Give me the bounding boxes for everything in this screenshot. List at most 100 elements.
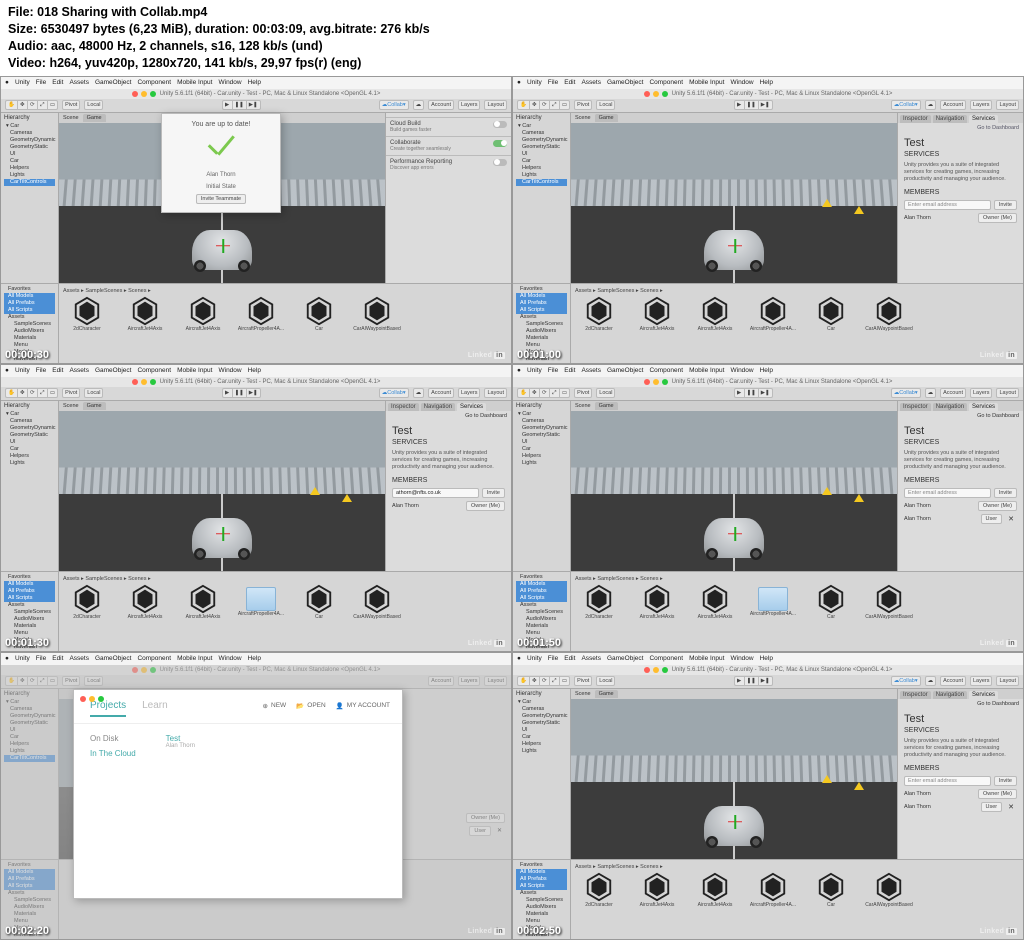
frame-6: ●UnityFileEditAssetsGameObjectComponentM… [512,652,1024,940]
email-input[interactable]: Enter email address [904,488,991,498]
service-perf-reporting[interactable]: Performance Reporting Discover app error… [386,155,511,174]
tree-item[interactable]: AudioMixers [4,328,55,335]
layout-dropdown[interactable]: Layout [484,100,507,110]
play-icon[interactable]: ▶ [734,100,744,110]
email-input[interactable]: athorn@nfts.co.uk [392,488,479,498]
remove-icon[interactable]: ✕ [1005,803,1017,811]
hub-tab-learn[interactable]: Learn [142,700,168,717]
menu-mobileinput[interactable]: Mobile Input [177,79,212,86]
tree-item[interactable]: SampleScenes [4,321,55,328]
role-dropdown[interactable]: Owner (Me) [978,213,1017,223]
member-name: Alan Thorn [904,215,975,221]
transform-tools[interactable]: ✋ ✥ ⟳ ⤢ ▭ [5,100,58,110]
transform-gizmo-icon[interactable] [727,238,743,254]
assets-grid[interactable]: Assets ▸ SampleScenes ▸ Scenes ▸ 2dChara… [59,284,511,363]
fav-item[interactable]: All Prefabs [4,300,55,307]
favorites-header: Favorites [4,286,55,293]
project-panel: Favorites All ModelsAll PrefabsAll Scrip… [513,283,1023,363]
size-line: Size: 6530497 bytes (6,23 MiB), duration… [8,21,1016,38]
asset-item[interactable]: 2dCharacter [63,296,111,332]
filter-cloud[interactable]: In The Cloud [90,749,136,758]
hierarchy-item[interactable]: Car [4,158,55,165]
frame-2: ● UnityFileEditAssetsGameObjectComponent… [512,76,1024,364]
mac-menubar: ● UnityFileEditAssetsGameObjectComponent… [513,77,1023,89]
play-icon[interactable]: ▶ [222,100,232,110]
hand-tool-icon[interactable]: ✋ [5,100,17,110]
email-input[interactable]: Enter email address [904,200,991,210]
invite-button[interactable]: Invite [482,488,505,498]
menu-window[interactable]: Window [218,79,241,86]
menu-help[interactable]: Help [248,79,261,86]
asset-item[interactable]: CarAIWaypointBased [353,296,401,332]
file-line: File: 018 Sharing with Collab.mp4 [8,4,1016,21]
remove-icon[interactable]: ✕ [1005,515,1017,523]
cloud-icon[interactable]: ☁ [413,100,425,110]
hub-new-button[interactable]: ⊕ NEW [263,702,287,710]
unity-logo-icon [72,296,102,326]
project-link[interactable]: Test [166,734,195,743]
traffic-lights[interactable] [132,91,156,97]
menu-assets[interactable]: Assets [69,79,89,86]
layers-dropdown[interactable]: Layers [458,100,481,110]
game-tab[interactable]: Game [83,114,106,122]
hub-tab-projects[interactable]: Projects [90,700,126,717]
hierarchy-item[interactable]: UI [4,151,55,158]
collab-button[interactable]: ☁ Collab ▾ [891,100,921,110]
pivot-toggle[interactable]: Pivot [62,100,80,110]
scene-tab[interactable]: Scene [63,115,79,121]
service-cloud-build[interactable]: Cloud Build Build games faster [386,117,511,136]
menu-gameobject[interactable]: GameObject [95,79,132,86]
fav-item[interactable]: All Scripts [4,307,55,314]
game-view[interactable] [571,123,897,283]
hand-tool-icon[interactable]: ✋ [517,100,529,110]
local-toggle[interactable]: Local [84,100,103,110]
menu-file[interactable]: File [36,79,46,86]
toggle-icon[interactable] [493,121,507,128]
transform-gizmo-icon[interactable] [215,238,231,254]
hierarchy-item[interactable]: Helpers [4,165,55,172]
hierarchy-item[interactable]: Cameras [4,130,55,137]
hierarchy-item[interactable]: GeometryDynamic [4,137,55,144]
dashboard-link[interactable]: Go to Dashboard [898,123,1023,133]
asset-item[interactable]: Car [295,296,343,332]
linkedin-watermark: Linkedin [980,352,1017,359]
hierarchy-tab[interactable]: Hierarchy [4,115,55,121]
toggle-icon[interactable] [493,159,507,166]
hierarchy-item[interactable]: GeometryStatic [4,144,55,151]
toggle-icon[interactable] [493,140,507,147]
play-controls[interactable]: ▶ ❚❚ ▶❚ [222,100,261,110]
fav-item[interactable]: All Models [4,293,55,300]
service-collaborate[interactable]: Collaborate Create together seamlessly [386,136,511,155]
services-title: Test [904,137,1017,149]
hub-open-button[interactable]: 📂 OPEN [296,702,326,710]
hub-account-button[interactable]: 👤 MY ACCOUNT [336,702,390,710]
tree-item[interactable]: Materials [4,335,55,342]
breadcrumb[interactable]: Assets ▸ SampleScenes ▸ Scenes ▸ [63,288,507,294]
collab-button[interactable]: ☁ Collab ▾ [379,100,409,110]
invite-button[interactable]: Invite [994,200,1017,210]
asset-item[interactable]: AircraftJet4Axis [121,296,169,332]
asset-item[interactable]: AircraftPropeller4A... [237,296,285,332]
menu-apple[interactable]: ● [5,79,9,86]
tree-item[interactable]: Menu [4,342,55,349]
rotate-tool-icon[interactable]: ⟳ [27,100,37,110]
step-icon[interactable]: ▶❚ [246,100,261,110]
menu-unity[interactable]: Unity [15,79,30,86]
rect-tool-icon[interactable]: ▭ [47,100,58,110]
hierarchy-root[interactable]: ▾ Car [4,123,55,130]
menu-component[interactable]: Component [137,79,171,86]
menu-edit[interactable]: Edit [52,79,63,86]
account-dropdown[interactable]: Account [428,100,454,110]
scale-tool-icon[interactable]: ⤢ [37,100,47,110]
asset-item[interactable]: AircraftJet4Axis [179,296,227,332]
pause-icon[interactable]: ❚❚ [232,100,246,110]
hierarchy-item-selected[interactable]: CarTiltControls [4,179,55,186]
move-tool-icon[interactable]: ✥ [17,100,27,110]
invite-teammate-button[interactable]: Invite Teammate [196,194,246,204]
popup-state: Initial State [206,184,236,190]
hierarchy-item[interactable]: Lights [4,172,55,179]
assets-header[interactable]: Assets [4,314,55,321]
filter-ondisk[interactable]: On Disk [90,734,136,743]
frame-5: ●UnityFileEditAssetsGameObjectComponentM… [0,652,512,940]
hierarchy-tree[interactable]: ▾ Car Cameras GeometryDynamic GeometrySt… [4,123,55,186]
